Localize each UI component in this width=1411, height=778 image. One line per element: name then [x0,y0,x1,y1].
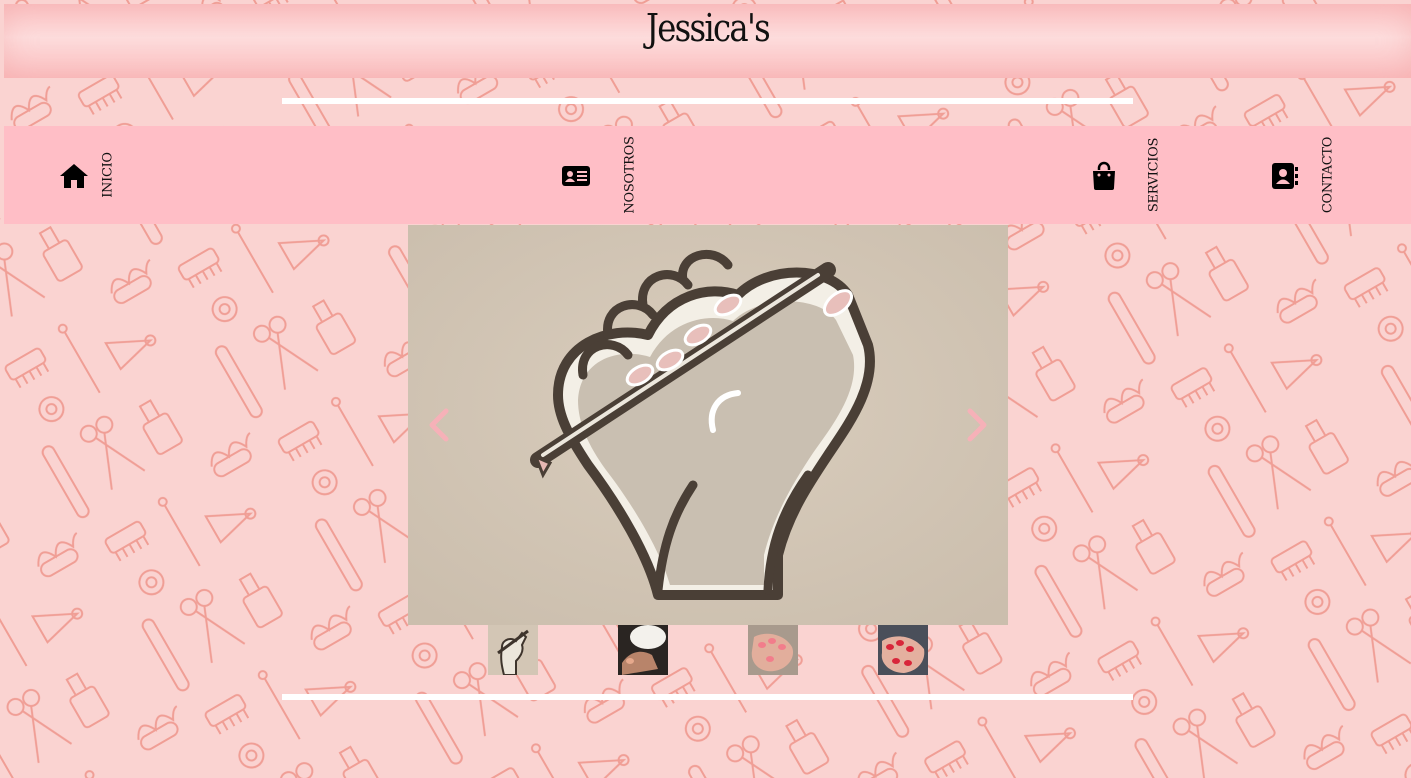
nav-label-servicios: SERVICIOS [1146,137,1162,213]
carousel-thumbnail-4[interactable] [878,625,928,675]
carousel-main-image [408,225,1008,625]
address-book-icon [1272,163,1298,189]
nav-item-nosotros[interactable]: NOSOTROS [558,126,658,224]
top-divider [282,98,1133,104]
nav-item-inicio[interactable]: INICIO [54,126,134,224]
chevron-left-icon[interactable] [420,405,460,445]
thumbnail-red-manicure-image [878,625,928,675]
nav-label-contacto: CONTACTO [1320,136,1336,214]
nav-item-contacto[interactable]: CONTACTO [1266,126,1356,224]
carousel-thumbnail-2[interactable] [618,625,668,675]
home-icon [60,164,88,188]
thumbnail-hand-image [488,625,538,675]
carousel-thumbnail-3[interactable] [748,625,798,675]
carousel-thumbnail-1[interactable] [488,625,538,675]
main-nav: INICIO NOSOTROS SERVICIOS CONTACTO [4,126,1411,224]
site-title: Jessica's [645,6,771,50]
image-carousel [408,225,1008,625]
chevron-right-icon[interactable] [956,405,996,445]
nav-item-servicios[interactable]: SERVICIOS [1086,126,1176,224]
id-card-icon [562,166,590,186]
site-header: Jessica's [4,4,1411,78]
bottom-divider [282,694,1133,700]
nav-label-nosotros: NOSOTROS [622,136,638,214]
thumbnail-nail-lamp-image [618,625,668,675]
nav-label-inicio: INICIO [100,152,116,198]
thumbnail-pink-manicure-image [748,625,798,675]
shopping-bag-icon [1093,161,1115,190]
